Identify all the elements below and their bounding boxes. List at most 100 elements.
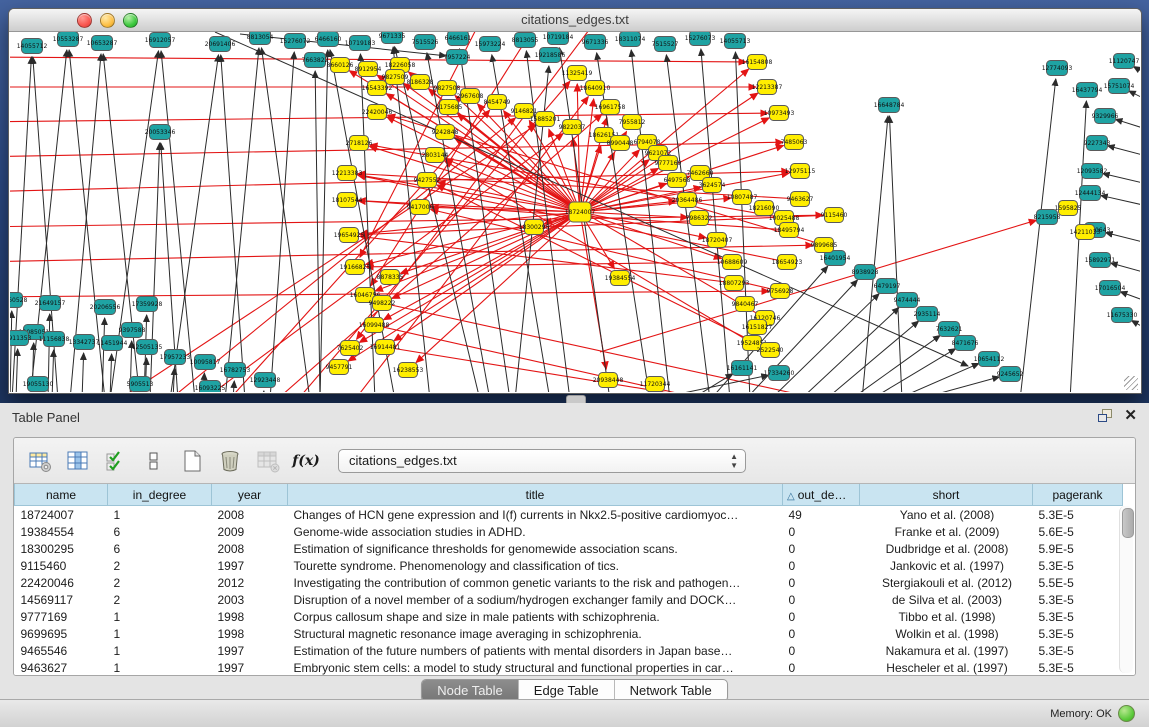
table-cell[interactable]: 0	[783, 540, 860, 557]
table-cell[interactable]: 5.5E-5	[1033, 574, 1123, 591]
graph-node[interactable]: 8813054	[247, 32, 274, 45]
table-row[interactable]: 1872400712008Changes of HCN gene express…	[15, 506, 1123, 524]
graph-node[interactable]: 12774093	[1042, 61, 1073, 76]
table-row[interactable]: 911546021997Tourette syndrome. Phenomeno…	[15, 557, 1123, 574]
tab-edge-table[interactable]: Edge Table	[519, 680, 615, 701]
table-scrollbar-thumb[interactable]	[1122, 508, 1134, 538]
table-cell[interactable]: Investigating the contribution of common…	[288, 574, 783, 591]
graph-node[interactable]: 9756928	[767, 284, 794, 299]
table-cell[interactable]: 0	[783, 608, 860, 625]
table-cell[interactable]: Tourette syndrome. Phenomenology and cla…	[288, 557, 783, 574]
graph-node[interactable]: 8990448	[607, 136, 634, 151]
graph-node[interactable]: 16161141	[727, 361, 758, 376]
network-window-titlebar[interactable]: citations_edges.txt	[9, 9, 1141, 32]
graph-node[interactable]: 11120747	[1109, 54, 1140, 69]
graph-node[interactable]: 11325419	[562, 66, 593, 81]
graph-node[interactable]: 9329966	[1092, 109, 1119, 124]
network-window[interactable]: citations_edges.txt 14055712105532871065…	[8, 8, 1142, 394]
table-cell[interactable]: Jankovic et al. (1997)	[860, 557, 1033, 574]
table-cell[interactable]: Tibbo et al. (1998)	[860, 608, 1033, 625]
graph-node[interactable]: 16648784	[874, 98, 905, 113]
table-row[interactable]: 969969511998Structural magnetic resonanc…	[15, 625, 1123, 642]
table-cell[interactable]: 9465546	[15, 642, 108, 659]
table-cell[interactable]: 1997	[212, 642, 288, 659]
graph-node[interactable]: 20053346	[145, 125, 176, 140]
graph-node[interactable]: 6479197	[874, 279, 901, 294]
table-scrollbar[interactable]	[1119, 506, 1133, 673]
graph-node[interactable]: 9671336	[582, 35, 609, 50]
table-cell[interactable]: 6	[108, 523, 212, 540]
table-cell[interactable]: 5.3E-5	[1033, 557, 1123, 574]
table-cell[interactable]: 18300295	[15, 540, 108, 557]
graph-node[interactable]: 2522540	[757, 343, 784, 358]
graph-node[interactable]: 10653287	[87, 36, 118, 51]
table-cell[interactable]: 9699695	[15, 625, 108, 642]
graph-node[interactable]: 10807487	[727, 190, 758, 205]
graph-node[interactable]: 18640910	[580, 81, 611, 96]
table-cell[interactable]: 1998	[212, 608, 288, 625]
table-cell[interactable]: 1	[108, 625, 212, 642]
graph-node[interactable]: 3624574	[699, 178, 726, 193]
table-cell[interactable]: 22420046	[15, 574, 108, 591]
graph-node[interactable]: 9498222	[369, 296, 396, 311]
function-builder-icon[interactable]: f(x)	[294, 449, 318, 473]
graph-node[interactable]: 16912057	[145, 33, 176, 48]
graph-node[interactable]: 12093582	[1077, 164, 1108, 179]
graph-node[interactable]: 17334260	[764, 366, 795, 381]
graph-node[interactable]: 2967608	[457, 89, 484, 104]
graph-node[interactable]: 9671335	[379, 32, 406, 44]
graph-node[interactable]: 14055712	[17, 39, 48, 54]
table-cell[interactable]: 2012	[212, 574, 288, 591]
table-row[interactable]: 1830029562008Estimation of significance …	[15, 540, 1123, 557]
table-settings-icon[interactable]	[28, 449, 52, 473]
graph-node[interactable]: 17359928	[132, 297, 163, 312]
graph-node[interactable]: 9115460	[821, 208, 848, 223]
column-header-year[interactable]: year	[212, 484, 288, 506]
graph-node[interactable]: 16437794	[1072, 83, 1103, 98]
table-cell[interactable]: Disruption of a novel member of a sodium…	[288, 591, 783, 608]
column-header-name[interactable]: name	[15, 484, 108, 506]
table-row[interactable]: 946362711997Embryonic stem cells: a mode…	[15, 659, 1123, 676]
graph-node[interactable]: 9463627	[787, 192, 814, 207]
import-table-icon[interactable]	[256, 449, 280, 473]
graph-node[interactable]: 17016504	[1095, 281, 1126, 296]
table-cell[interactable]: de Silva et al. (2003)	[860, 591, 1033, 608]
network-view-canvas[interactable]: 1405571210553287106532871691205720691406…	[10, 32, 1140, 392]
table-row[interactable]: 1938455462009Genome-wide association stu…	[15, 523, 1123, 540]
graph-node[interactable]: 16914481	[370, 340, 401, 355]
graph-node[interactable]: 7625402	[337, 341, 364, 356]
table-cell[interactable]: 9463627	[15, 659, 108, 676]
tab-network-table[interactable]: Network Table	[615, 680, 727, 701]
graph-node[interactable]: 9474444	[894, 293, 921, 308]
table-cell[interactable]: 5.3E-5	[1033, 625, 1123, 642]
delete-table-icon[interactable]	[218, 449, 242, 473]
column-header-short[interactable]: short	[860, 484, 1033, 506]
table-cell[interactable]: Genome-wide association studies in ADHD.	[288, 523, 783, 540]
graph-node[interactable]: 15973224	[475, 37, 506, 52]
graph-node[interactable]: 9417006	[407, 200, 434, 215]
select-attributes-icon[interactable]	[104, 449, 128, 473]
graph-node[interactable]: 7515527	[652, 37, 679, 52]
table-cell[interactable]: Dudbridge et al. (2008)	[860, 540, 1033, 557]
close-icon[interactable]: ✕	[1124, 409, 1137, 422]
graph-node[interactable]: 8878335	[377, 270, 404, 285]
table-row[interactable]: 977716911998Corpus callosum shape and si…	[15, 608, 1123, 625]
table-cell[interactable]: Wolkin et al. (1998)	[860, 625, 1033, 642]
table-cell[interactable]: 9777169	[15, 608, 108, 625]
graph-node[interactable]: 18311074	[615, 32, 646, 47]
table-row[interactable]: 946554611997Estimation of the future num…	[15, 642, 1123, 659]
table-cell[interactable]: 9115460	[15, 557, 108, 574]
table-cell[interactable]: Nakamura et al. (1997)	[860, 642, 1033, 659]
graph-node[interactable]: 9840467	[732, 297, 759, 312]
graph-node[interactable]: 7485063	[781, 135, 808, 150]
table-cell[interactable]: Corpus callosum shape and size in male p…	[288, 608, 783, 625]
float-window-icon[interactable]	[1098, 409, 1112, 422]
graph-node[interactable]: 6497568	[664, 173, 691, 188]
graph-node[interactable]: 14055713	[720, 34, 751, 49]
table-cell[interactable]: Estimation of the future numbers of pati…	[288, 642, 783, 659]
graph-node[interactable]: 15276072	[280, 34, 311, 49]
graph-node[interactable]: 12213383	[332, 166, 363, 181]
table-cell[interactable]: Yano et al. (2008)	[860, 506, 1033, 524]
graph-node[interactable]: 9245652	[997, 367, 1024, 382]
table-cell[interactable]: 1997	[212, 659, 288, 676]
